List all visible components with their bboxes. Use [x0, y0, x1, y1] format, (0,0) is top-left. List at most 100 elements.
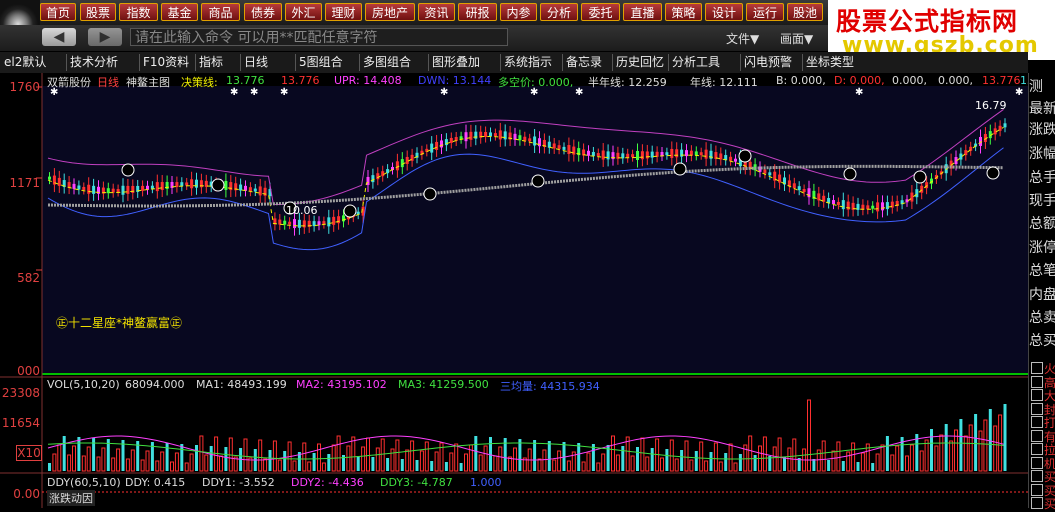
nav-button-6[interactable]: 外汇: [285, 3, 322, 21]
nav-button-1[interactable]: 股票: [80, 3, 116, 21]
candle-body: [278, 219, 282, 225]
candle-body: [155, 182, 159, 192]
toolbar-item-2[interactable]: F10资料: [143, 54, 189, 71]
nav-button-2[interactable]: 指数: [119, 3, 158, 21]
candle-body: [665, 152, 669, 156]
candle-body: [395, 161, 399, 171]
signal-checkbox-4[interactable]: [1031, 416, 1043, 428]
top-marker: ✱: [440, 87, 448, 98]
vol-indicator-name: VOL(5,10,20): [47, 378, 120, 391]
vol-ma1: MA1: 48493.199: [196, 378, 287, 391]
candle-body: [229, 182, 233, 191]
candle-body: [729, 156, 733, 161]
toolbar-item-0[interactable]: el2默认: [4, 54, 46, 71]
nav-button-9[interactable]: 资讯: [418, 3, 455, 21]
volume-bar: [1003, 404, 1007, 471]
volume-bar: [508, 456, 513, 472]
nav-button-7[interactable]: 理财: [325, 3, 362, 21]
volume-bar: [155, 460, 160, 472]
back-button[interactable]: ◀: [42, 28, 76, 46]
toolbar-item-1[interactable]: 技术分析: [70, 54, 118, 71]
ddy1-value: DDY1: -3.552: [202, 476, 275, 489]
toolbar-item-10[interactable]: 历史回忆: [616, 54, 664, 71]
candle-body: [239, 184, 243, 191]
signal-checkbox-6[interactable]: [1031, 443, 1043, 455]
signal-checkbox-3[interactable]: [1031, 402, 1043, 415]
volume-bar: [424, 441, 429, 472]
nav-button-16[interactable]: 设计: [705, 3, 743, 21]
kline-chart[interactable]: ✱ ✱ ✱ ✱ ✱ ✱ ✱ ✱ ✱: [0, 73, 1028, 508]
file-menu[interactable]: 文件▼: [726, 30, 759, 47]
signal-checkbox-0[interactable]: [1031, 362, 1043, 374]
volume-bar: [327, 454, 331, 471]
volume-bar: [62, 436, 66, 471]
signal-checkbox-8[interactable]: [1031, 470, 1043, 482]
volume-bar: [939, 434, 944, 472]
nav-button-18[interactable]: 股池: [787, 3, 823, 21]
toolbar-item-9[interactable]: 备忘录: [566, 54, 602, 71]
command-input[interactable]: 请在此输入命令 可以用**匹配任意字符: [130, 28, 508, 46]
year-line: 年线: 12.111: [690, 76, 758, 89]
nav-button-8[interactable]: 房地产: [365, 3, 415, 21]
signal-marker: [986, 166, 1000, 180]
signal-checkbox-1[interactable]: [1031, 375, 1043, 388]
candle-body: [440, 140, 443, 148]
nav-button-12[interactable]: 分析: [540, 3, 578, 21]
volume-bar: [380, 438, 385, 472]
nav-button-0[interactable]: 首页: [40, 3, 76, 21]
volume-bar: [772, 446, 777, 472]
toolbar-item-3[interactable]: 指标: [199, 54, 223, 71]
toolbar-item-8[interactable]: 系统指示: [504, 54, 552, 71]
signal-checkbox-2[interactable]: [1031, 389, 1043, 401]
candle-body: [87, 184, 91, 194]
volume-bar: [209, 446, 213, 471]
volume-bar: [552, 459, 557, 472]
volume-bar: [615, 454, 620, 472]
volume-bar: [577, 443, 581, 471]
nav-button-10[interactable]: 研报: [458, 3, 497, 21]
nav-button-4[interactable]: 商品: [201, 3, 240, 21]
volume-bar: [821, 440, 826, 472]
volume-bar: [738, 454, 742, 471]
nav-button-5[interactable]: 债券: [244, 3, 282, 21]
candle-body: [82, 186, 86, 190]
toolbar-item-6[interactable]: 多图组合: [363, 54, 411, 71]
volume-bar: [640, 437, 645, 472]
candle-body: [141, 185, 145, 191]
forward-button[interactable]: ▶: [88, 28, 122, 46]
volume-bar: [988, 409, 992, 471]
volume-bar: [145, 450, 150, 472]
candle-body: [797, 186, 801, 191]
signal-checkbox-9[interactable]: [1031, 483, 1043, 496]
volume-bar: [317, 443, 321, 472]
signal-checkbox-10[interactable]: [1031, 497, 1043, 509]
candle-body: [587, 150, 590, 156]
toolbar-item-12[interactable]: 闪电预警: [744, 54, 792, 71]
volume-bar: [116, 448, 121, 472]
toolbar-item-4[interactable]: 日线: [244, 54, 268, 71]
volume-bar: [180, 444, 184, 471]
volume-bar: [645, 456, 650, 472]
reason-tab[interactable]: 涨跌动因: [47, 490, 95, 506]
toolbar-item-7[interactable]: 图形叠加: [432, 54, 480, 71]
nav-button-3[interactable]: 基金: [161, 3, 198, 21]
toolbar-item-13[interactable]: 坐标类型: [806, 54, 854, 71]
nav-button-11[interactable]: 内参: [500, 3, 537, 21]
toolbar-item-5[interactable]: 5图组合: [299, 54, 343, 71]
nav-button-15[interactable]: 策略: [665, 3, 702, 21]
volume-bar: [812, 459, 816, 471]
signal-checkbox-5[interactable]: [1031, 429, 1043, 442]
nav-button-17[interactable]: 运行: [746, 3, 784, 21]
nav-button-13[interactable]: 委托: [581, 3, 620, 21]
candle-body: [871, 205, 875, 209]
volume-bar: [860, 452, 865, 472]
signal-checkbox-7[interactable]: [1031, 456, 1043, 469]
quote-label-11: 总买: [1029, 333, 1055, 349]
view-menu[interactable]: 画面▼: [780, 30, 813, 47]
toolbar-item-11[interactable]: 分析工具: [672, 54, 720, 71]
nav-button-14[interactable]: 直播: [623, 3, 662, 21]
volume-bar: [366, 437, 370, 472]
signal-marker: [531, 174, 545, 188]
candle-body: [841, 200, 845, 210]
candle-body: [601, 150, 605, 160]
